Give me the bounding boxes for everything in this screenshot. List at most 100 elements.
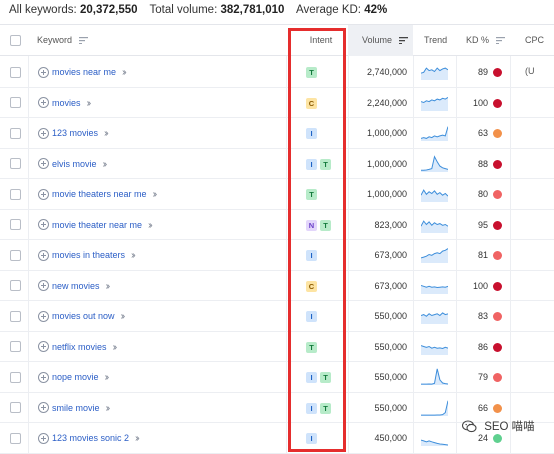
- kd-difficulty-dot: [493, 251, 502, 260]
- row-checkbox[interactable]: [10, 341, 21, 352]
- add-to-list-icon[interactable]: [38, 280, 49, 291]
- keyword-link[interactable]: movies out now ››: [52, 301, 125, 331]
- add-to-list-icon[interactable]: [38, 310, 49, 322]
- kd-difficulty-dot: [493, 159, 502, 169]
- average-kd-value: 42%: [364, 4, 388, 16]
- double-chevron-right-icon[interactable]: ››: [153, 189, 157, 200]
- row-checkbox[interactable]: [10, 402, 21, 413]
- table-row[interactable]: 123 movies ›› I 1,000,000 63: [0, 118, 554, 149]
- row-checkbox[interactable]: [10, 310, 21, 322]
- add-to-list-icon[interactable]: [38, 97, 49, 108]
- sort-descending-icon: [398, 37, 408, 45]
- kd-value: 80: [477, 189, 488, 199]
- add-to-list-icon[interactable]: [38, 249, 49, 261]
- row-checkbox[interactable]: [10, 280, 21, 291]
- kd-value: 100: [472, 97, 488, 108]
- double-chevron-right-icon[interactable]: ››: [103, 159, 107, 170]
- kd-value: 86: [477, 341, 488, 352]
- kd-difficulty-dot: [493, 220, 502, 230]
- add-to-list-icon[interactable]: [38, 158, 49, 169]
- double-chevron-right-icon[interactable]: ››: [113, 342, 117, 353]
- double-chevron-right-icon[interactable]: ››: [106, 403, 110, 414]
- add-to-list-icon[interactable]: [38, 188, 49, 200]
- keyword-text: new movies: [52, 280, 100, 291]
- keyword-link[interactable]: elvis movie ››: [52, 149, 107, 179]
- column-kd[interactable]: KD %: [466, 25, 505, 56]
- keyword-link[interactable]: movie theater near me ››: [52, 210, 153, 240]
- trend-sparkline: [421, 400, 448, 416]
- volume-value: 550,000: [374, 341, 407, 352]
- row-checkbox[interactable]: [10, 432, 21, 444]
- keyword-link[interactable]: movies ››: [52, 88, 91, 118]
- add-to-list-icon[interactable]: [38, 219, 49, 230]
- volume-value: 550,000: [374, 311, 407, 321]
- keyword-link[interactable]: nope movie ››: [52, 362, 109, 392]
- column-cpc[interactable]: CPC (U: [525, 25, 554, 76]
- keyword-text: nope movie: [52, 372, 99, 382]
- table-row[interactable]: movies near me ›› T 2,740,000 89: [0, 57, 554, 88]
- sort-icon: [495, 37, 505, 45]
- table-row[interactable]: nope movie ›› I T 550,000 79: [0, 362, 554, 393]
- column-keyword[interactable]: Keyword: [37, 25, 88, 56]
- column-trend-label: Trend: [424, 35, 448, 45]
- keyword-link[interactable]: 123 movies ››: [52, 118, 108, 148]
- keyword-link[interactable]: netflix movies ››: [52, 332, 117, 362]
- double-chevron-right-icon[interactable]: ››: [148, 220, 152, 231]
- add-to-list-icon[interactable]: [38, 66, 49, 78]
- double-chevron-right-icon[interactable]: ››: [106, 281, 110, 292]
- row-checkbox[interactable]: [10, 66, 21, 78]
- table-row[interactable]: netflix movies ›› T 550,000 86: [0, 332, 554, 362]
- double-chevron-right-icon[interactable]: ››: [122, 67, 126, 78]
- total-volume-label: Total volume:: [149, 4, 218, 16]
- row-checkbox[interactable]: [10, 188, 21, 200]
- intent-column-highlight: [288, 28, 346, 452]
- double-chevron-right-icon[interactable]: ››: [131, 250, 135, 261]
- kd-difficulty-dot: [493, 403, 502, 413]
- add-to-list-icon[interactable]: [38, 371, 49, 383]
- double-chevron-right-icon[interactable]: ››: [121, 311, 125, 322]
- keyword-link[interactable]: movie theaters near me ››: [52, 179, 157, 209]
- kd-difficulty-dot: [493, 342, 502, 352]
- kd-difficulty-dot: [493, 373, 502, 382]
- kd-difficulty-dot: [493, 312, 502, 321]
- select-all-checkbox[interactable]: [10, 35, 21, 46]
- volume-value: 2,240,000: [366, 97, 407, 108]
- volume-value: 1,000,000: [366, 189, 407, 199]
- add-to-list-icon[interactable]: [38, 402, 49, 413]
- row-checkbox[interactable]: [10, 158, 21, 169]
- volume-value: 450,000: [374, 433, 407, 443]
- table-row[interactable]: movies out now ›› I 550,000 83: [0, 301, 554, 332]
- row-checkbox[interactable]: [10, 219, 21, 230]
- keyword-link[interactable]: movies in theaters ››: [52, 240, 136, 270]
- double-chevron-right-icon[interactable]: ››: [135, 433, 139, 444]
- table-row[interactable]: movie theaters near me ›› T 1,000,000 80: [0, 179, 554, 210]
- row-checkbox[interactable]: [10, 371, 21, 383]
- keyword-text: movies out now: [52, 311, 115, 321]
- row-checkbox[interactable]: [10, 97, 21, 108]
- row-checkbox[interactable]: [10, 127, 21, 139]
- double-chevron-right-icon[interactable]: ››: [87, 98, 91, 109]
- add-to-list-icon[interactable]: [38, 127, 49, 139]
- watermark-text: SEO 喵喵: [484, 421, 535, 433]
- table-row[interactable]: movies ›› C 2,240,000 100: [0, 88, 554, 118]
- kd-value: 89: [477, 67, 488, 77]
- keyword-text: movies: [52, 97, 81, 108]
- keyword-link[interactable]: new movies ››: [52, 271, 110, 301]
- column-volume[interactable]: Volume: [362, 25, 408, 56]
- keyword-text: movies near me: [52, 67, 117, 77]
- add-to-list-icon[interactable]: [38, 432, 49, 444]
- row-checkbox[interactable]: [10, 249, 21, 261]
- table-row[interactable]: elvis movie ›› I T 1,000,000 88: [0, 149, 554, 179]
- keyword-link[interactable]: movies near me ››: [52, 57, 126, 87]
- table-row[interactable]: movies in theaters ›› I 673,000 81: [0, 240, 554, 271]
- table-row[interactable]: movie theater near me ›› N T 823,000 95: [0, 210, 554, 240]
- volume-value: 2,740,000: [366, 67, 407, 77]
- double-chevron-right-icon[interactable]: ››: [104, 128, 108, 139]
- keyword-link[interactable]: smile movie ››: [52, 393, 110, 423]
- double-chevron-right-icon[interactable]: ››: [105, 372, 109, 383]
- kd-value: 63: [477, 128, 488, 138]
- kd-value: 95: [477, 219, 488, 230]
- add-to-list-icon[interactable]: [38, 341, 49, 352]
- keyword-link[interactable]: 123 movies sonic 2 ››: [52, 423, 140, 453]
- table-row[interactable]: new movies ›› C 673,000 100: [0, 271, 554, 301]
